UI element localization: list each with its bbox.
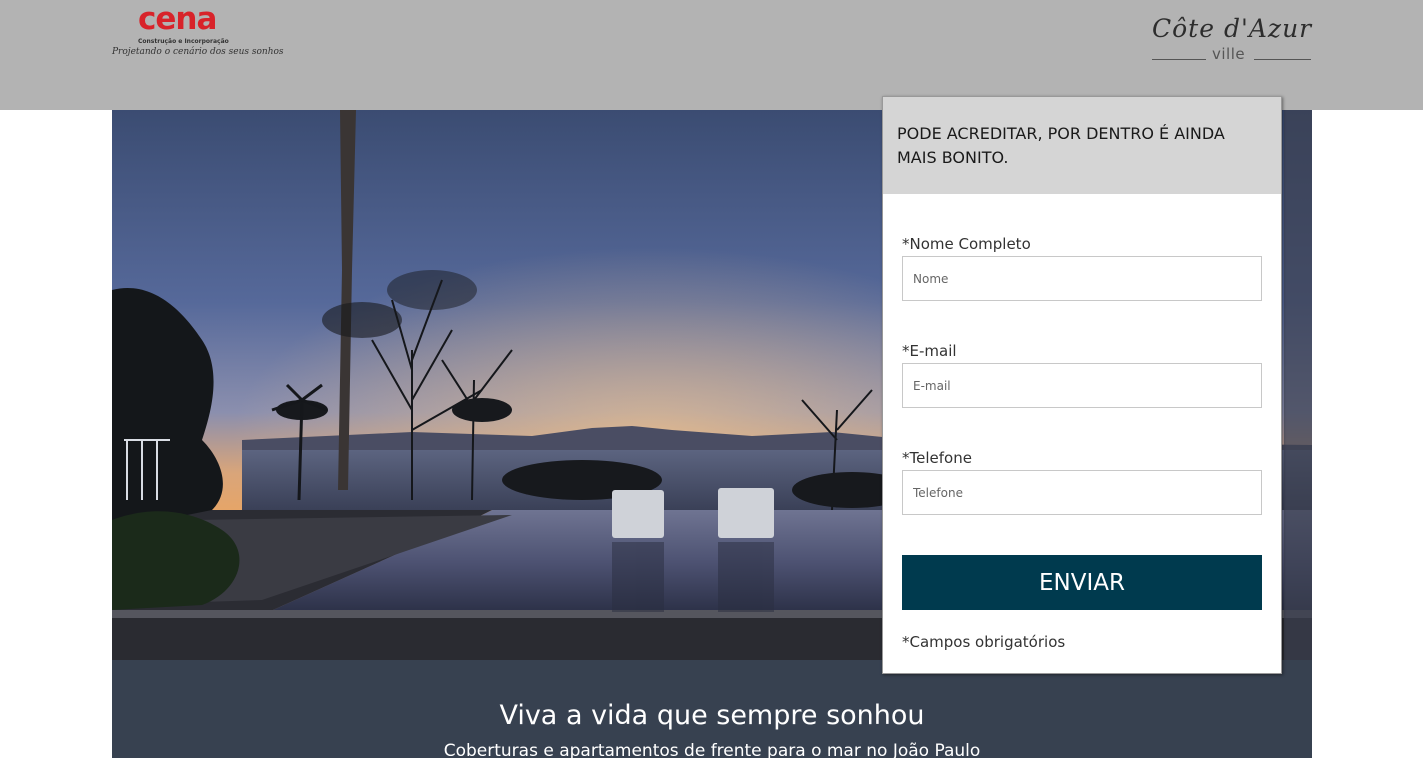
- cena-logo-tagline: Projetando o cenário dos seus sonhos: [112, 47, 284, 57]
- site-header: cena Construção e Incorporação Projetand…: [0, 0, 1423, 110]
- band-subline: Coberturas e apartamentos de frente para…: [443, 741, 981, 761]
- cena-logo[interactable]: cena Construção e Incorporação Projetand…: [112, 4, 284, 64]
- cena-logo-wordmark: cena: [138, 1, 217, 37]
- cote-dazur-logo[interactable]: Côte d'Azur ville: [1150, 14, 1312, 66]
- band-headline: Viva a vida que sempre sonhou: [499, 700, 925, 731]
- cena-logo-subtitle: Construção e Incorporação: [138, 38, 229, 45]
- phone-label: *Telefone: [902, 449, 972, 467]
- logo-divider-left: [1152, 59, 1206, 60]
- cote-dazur-wordmark: Côte d'Azur: [1152, 14, 1313, 43]
- name-label: *Nome Completo: [902, 235, 1031, 253]
- cote-dazur-ville: ville: [1212, 45, 1246, 63]
- name-input[interactable]: [902, 256, 1262, 301]
- logo-divider-right: [1254, 59, 1311, 60]
- tagline-band: Viva a vida que sempre sonhou Coberturas…: [112, 660, 1312, 761]
- form-header: PODE ACREDITAR, POR DENTRO É AINDA MAIS …: [883, 97, 1281, 194]
- required-fields-note: *Campos obrigatórios: [902, 633, 1066, 651]
- phone-input[interactable]: [902, 470, 1262, 515]
- email-input[interactable]: [902, 363, 1262, 408]
- lead-form-card: PODE ACREDITAR, POR DENTRO É AINDA MAIS …: [882, 96, 1282, 674]
- submit-button[interactable]: ENVIAR: [902, 555, 1262, 610]
- email-label: *E-mail: [902, 342, 957, 360]
- form-title: PODE ACREDITAR, POR DENTRO É AINDA MAIS …: [897, 124, 1225, 167]
